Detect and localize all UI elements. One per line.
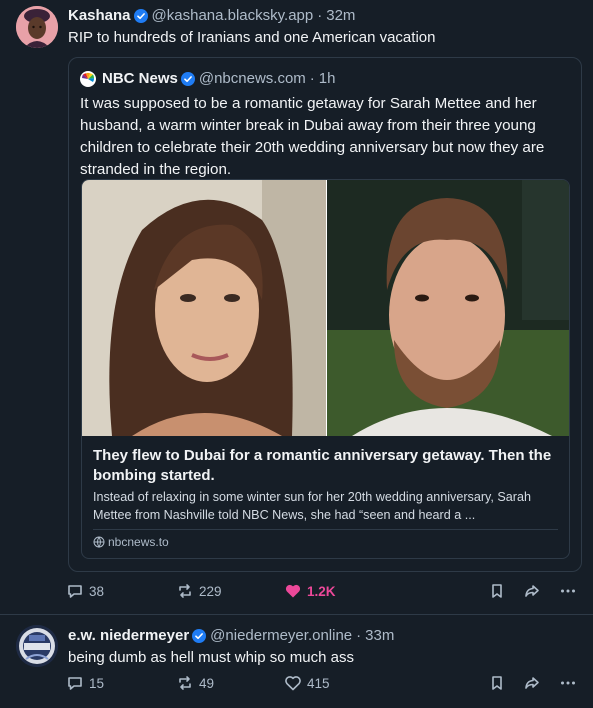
more-options-button[interactable] (559, 674, 582, 692)
separator-dot: · (317, 7, 323, 24)
post-time[interactable]: 32m (326, 7, 355, 24)
verified-badge-icon (180, 71, 195, 86)
quote-author-name[interactable]: NBC News (102, 70, 178, 87)
post-text: being dumb as hell must whip so much ass (68, 649, 354, 666)
post-header: Kashana @kashana.blacksky.app · 32m (68, 7, 355, 24)
quote-time[interactable]: 1h (319, 70, 336, 87)
reply-count: 15 (89, 675, 105, 691)
link-card-title: They flew to Dubai for a romantic annive… (93, 447, 552, 484)
nbc-logo-icon (80, 70, 96, 87)
quote-text: It was supposed to be a romantic getaway… (80, 95, 545, 178)
globe-icon (93, 536, 105, 548)
bookmark-button[interactable] (488, 674, 511, 692)
post-actions: 15 49 415 (66, 674, 586, 696)
more-options-button[interactable] (559, 582, 582, 600)
quote-author-handle[interactable]: @nbcnews.com (199, 70, 306, 87)
bookmark-icon (492, 676, 502, 690)
like-count: 415 (307, 675, 330, 691)
reply-button[interactable]: 38 (66, 582, 104, 600)
author-handle[interactable]: @kashana.blacksky.app (152, 7, 314, 24)
quoted-post[interactable]: NBC News @nbcnews.com · 1h It was suppos… (68, 57, 582, 572)
reply-icon (68, 585, 82, 598)
post-time[interactable]: 33m (365, 627, 394, 644)
post-header: e.w. niedermeyer @niedermeyer.online · 3… (68, 627, 394, 644)
repost-count: 229 (199, 583, 222, 599)
verified-badge-icon (192, 628, 207, 643)
more-icon (561, 589, 575, 593)
reply-count: 38 (89, 583, 105, 599)
repost-icon (179, 584, 191, 598)
share-button[interactable] (523, 674, 546, 692)
post-actions: 38 229 1.2K (66, 582, 586, 604)
link-card-domain: nbcnews.to (93, 535, 169, 549)
reply-button[interactable]: 15 (66, 674, 104, 692)
post-text: RIP to hundreds of Iranians and one Amer… (68, 29, 436, 46)
link-card[interactable]: They flew to Dubai for a romantic annive… (81, 179, 570, 559)
author-name[interactable]: e.w. niedermeyer (68, 627, 189, 644)
share-icon (525, 585, 539, 597)
author-handle[interactable]: @niedermeyer.online (210, 627, 352, 644)
feed: Kashana @kashana.blacksky.app · 32m RIP … (0, 0, 593, 708)
author-name[interactable]: Kashana (68, 7, 131, 24)
more-icon (561, 681, 575, 685)
verified-badge-icon (133, 8, 148, 23)
repost-button[interactable]: 49 (176, 674, 214, 692)
repost-icon (179, 676, 191, 690)
separator-dot: · (309, 70, 315, 87)
separator-dot: · (356, 627, 362, 644)
avatar[interactable] (16, 625, 58, 667)
link-card-domain-text: nbcnews.to (108, 535, 169, 549)
divider (93, 529, 558, 530)
bookmark-icon (492, 584, 502, 598)
avatar[interactable] (16, 6, 58, 48)
quote-header: NBC News @nbcnews.com · 1h (80, 70, 335, 87)
post-niedermeyer[interactable]: e.w. niedermeyer @niedermeyer.online · 3… (0, 614, 593, 708)
like-button[interactable]: 415 (284, 674, 330, 692)
repost-button[interactable]: 229 (176, 582, 222, 600)
repost-count: 49 (199, 675, 215, 691)
share-button[interactable] (523, 582, 546, 600)
heart-icon (285, 676, 301, 691)
bookmark-button[interactable] (488, 582, 511, 600)
post-kashana[interactable]: Kashana @kashana.blacksky.app · 32m RIP … (0, 0, 593, 614)
share-icon (525, 677, 539, 689)
link-card-image (82, 180, 569, 436)
reply-icon (68, 677, 82, 690)
like-button[interactable]: 1.2K (284, 582, 336, 600)
link-card-description: Instead of relaxing in some winter sun f… (93, 490, 531, 522)
like-count: 1.2K (307, 583, 336, 599)
heart-icon (285, 584, 301, 598)
